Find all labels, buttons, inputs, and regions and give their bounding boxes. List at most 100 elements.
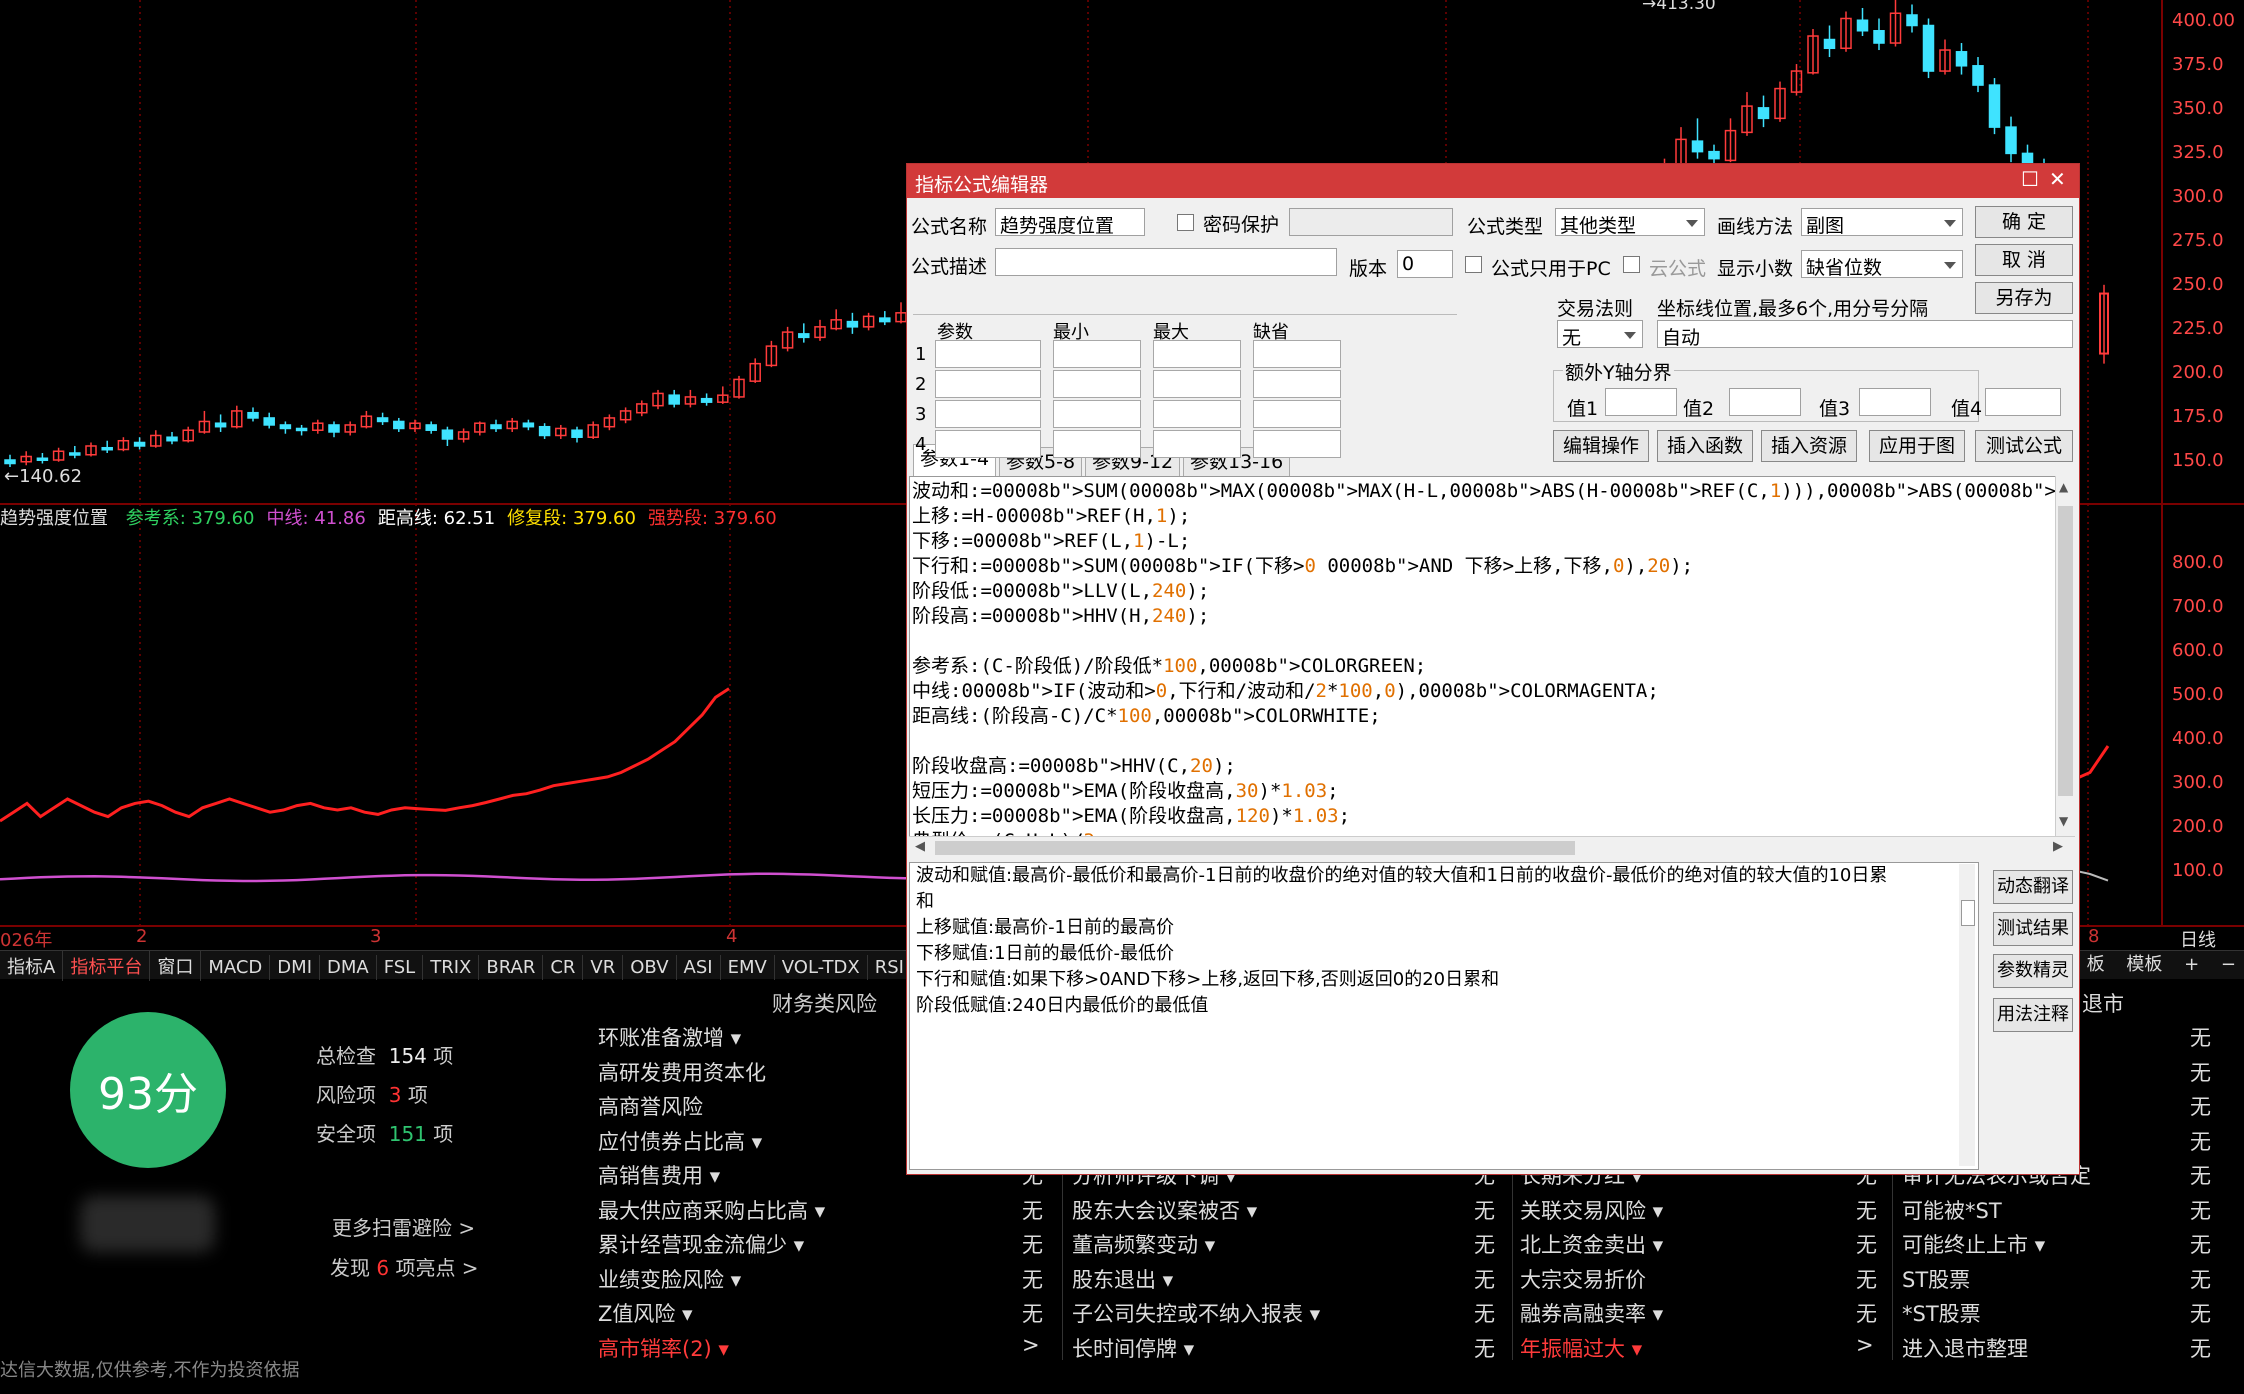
password-field[interactable] <box>1289 208 1453 236</box>
param-wizard-button[interactable]: 参数精灵 <box>1993 954 2073 988</box>
risk-item[interactable]: ST股票 <box>1902 1264 1970 1294</box>
risk-item[interactable]: 关联交易风险 ▾ <box>1520 1195 1663 1225</box>
param-cell[interactable] <box>1053 370 1141 398</box>
param-cell[interactable] <box>935 430 1041 458</box>
formula-desc-field[interactable] <box>995 248 1337 276</box>
maximize-icon[interactable]: ☐ <box>2021 167 2039 191</box>
param-cell[interactable] <box>1253 400 1341 428</box>
tab-template[interactable]: 模板 <box>2118 952 2170 977</box>
indicator-tab[interactable]: VOL-TDX <box>775 955 868 980</box>
apply-button[interactable]: 应用于图 <box>1869 430 1965 462</box>
ok-button[interactable]: 确 定 <box>1975 206 2073 238</box>
v1-field[interactable] <box>1605 388 1677 416</box>
risk-item[interactable]: 进入退市整理 <box>1902 1333 2028 1363</box>
dialog-titlebar[interactable]: 指标公式编辑器 ☐ ✕ <box>907 164 2079 198</box>
risk-item[interactable]: 高研发费用资本化 <box>598 1057 766 1087</box>
risk-item[interactable]: 最大供应商采购占比高 ▾ <box>598 1195 825 1225</box>
risk-item[interactable]: 股东大会议案被否 ▾ <box>1072 1195 1257 1225</box>
formula-code-editor[interactable]: 波动和:=00008b">SUM(00008b">MAX(00008b">MAX… <box>909 476 2059 838</box>
risk-item[interactable]: 融券高融卖率 ▾ <box>1520 1298 1663 1328</box>
cancel-button[interactable]: 取 消 <box>1975 244 2073 276</box>
param-cell[interactable] <box>1153 370 1241 398</box>
usage-notes-button[interactable]: 用法注释 <box>1993 998 2073 1032</box>
dynamic-translate-button[interactable]: 动态翻译 <box>1993 870 2073 904</box>
param-cell[interactable] <box>1253 340 1341 368</box>
param-cell[interactable] <box>1153 400 1241 428</box>
cloud-checkbox[interactable] <box>1623 256 1640 273</box>
remove-button[interactable]: − <box>2213 952 2244 977</box>
indicator-tab[interactable]: CR <box>543 955 584 980</box>
indicator-tab[interactable]: 指标平台 <box>63 951 151 981</box>
param-cell[interactable] <box>1053 400 1141 428</box>
save-as-button[interactable]: 另存为 <box>1975 282 2073 314</box>
param-cell[interactable] <box>1153 340 1241 368</box>
risk-item[interactable]: 长时间停牌 ▾ <box>1072 1333 1194 1363</box>
axis-pos-field[interactable]: 自动 <box>1657 320 2073 348</box>
indicator-tab[interactable]: OBV <box>623 955 677 980</box>
param-cell[interactable] <box>935 400 1041 428</box>
indicator-tab[interactable]: DMI <box>270 955 320 980</box>
risk-item[interactable]: 应付债券占比高 ▾ <box>598 1126 762 1156</box>
v4-field[interactable] <box>1985 388 2061 416</box>
param-cell[interactable] <box>1053 430 1141 458</box>
risk-item[interactable]: 年振幅过大 ▾ <box>1520 1333 1642 1363</box>
indicator-tab[interactable]: 窗口 <box>150 951 202 981</box>
v2-field[interactable] <box>1729 388 1801 416</box>
risk-item[interactable]: 业绩变脸风险 ▾ <box>598 1264 741 1294</box>
risk-item[interactable]: 高市销率(2) ▾ <box>598 1333 729 1363</box>
desc-scrollbar[interactable] <box>1959 864 1975 1166</box>
code-horizontal-scrollbar[interactable]: ◀ ▶ <box>909 836 2075 859</box>
candle <box>425 424 437 431</box>
edit-op-button[interactable]: 编辑操作 <box>1553 430 1649 462</box>
trade-rule-select[interactable]: 无 <box>1557 320 1643 348</box>
risk-item[interactable]: 累计经营现金流偏少 ▾ <box>598 1229 804 1259</box>
indicator-tab[interactable]: FSL <box>377 955 424 980</box>
param-cell[interactable] <box>1253 370 1341 398</box>
risk-item[interactable]: 可能终止上市 ▾ <box>1902 1229 2045 1259</box>
param-cell[interactable] <box>1053 340 1141 368</box>
indicator-tab[interactable]: ASI <box>677 955 721 980</box>
formula-type-select[interactable]: 其他类型 <box>1555 208 1705 236</box>
param-cell[interactable] <box>1253 430 1341 458</box>
draw-method-select[interactable]: 副图 <box>1801 208 1963 236</box>
v3-field[interactable] <box>1859 388 1931 416</box>
test-result-button[interactable]: 测试结果 <box>1993 912 2073 946</box>
code-vertical-scrollbar[interactable]: ▲ ▼ <box>2055 476 2076 836</box>
insert-func-button[interactable]: 插入函数 <box>1657 430 1753 462</box>
indicator-tab[interactable]: 指标A <box>0 951 64 981</box>
more-scan-link[interactable]: 更多扫雷避险 > <box>332 1212 475 1241</box>
tab-board[interactable]: 板 <box>2079 952 2113 977</box>
indicator-tab[interactable]: EMV <box>721 955 775 980</box>
pc-only-checkbox[interactable] <box>1465 256 1482 273</box>
risk-item[interactable]: 环账准备激增 ▾ <box>598 1022 741 1052</box>
risk-item[interactable]: 高销售费用 ▾ <box>598 1160 720 1190</box>
param-cell[interactable] <box>935 370 1041 398</box>
indicator-tab[interactable]: VR <box>583 955 624 980</box>
insert-res-button[interactable]: 插入资源 <box>1761 430 1857 462</box>
section-title: 财务类风险 <box>772 992 877 1016</box>
param-row-label: 3 <box>915 404 927 425</box>
test-formula-button[interactable]: 测试公式 <box>1975 430 2073 462</box>
risk-item[interactable]: *ST股票 <box>1902 1298 1981 1328</box>
risk-item[interactable]: 高商誉风险 <box>598 1091 703 1121</box>
risk-item[interactable]: 子公司失控或不纳入报表 ▾ <box>1072 1298 1320 1328</box>
risk-item[interactable]: 董高频繁变动 ▾ <box>1072 1229 1215 1259</box>
param-cell[interactable] <box>1153 430 1241 458</box>
version-field[interactable]: 0 <box>1397 250 1453 278</box>
indicator-tab[interactable]: DMA <box>320 955 377 980</box>
decimal-select[interactable]: 缺省位数 <box>1801 250 1963 278</box>
param-cell[interactable] <box>935 340 1041 368</box>
indicator-tab[interactable]: MACD <box>201 955 271 980</box>
risk-item[interactable]: 大宗交易折价 <box>1520 1264 1646 1294</box>
add-button[interactable]: + <box>2176 952 2207 977</box>
risk-item[interactable]: 北上资金卖出 ▾ <box>1520 1229 1663 1259</box>
password-checkbox[interactable] <box>1177 214 1194 231</box>
risk-item[interactable]: 股东退出 ▾ <box>1072 1264 1173 1294</box>
close-icon[interactable]: ✕ <box>2049 167 2066 191</box>
risk-item[interactable]: 可能被*ST <box>1902 1195 2002 1225</box>
indicator-tab[interactable]: BRAR <box>479 955 544 980</box>
risk-item[interactable]: Z值风险 ▾ <box>598 1298 693 1328</box>
indicator-tab[interactable]: TRIX <box>423 955 480 980</box>
formula-name-field[interactable]: 趋势强度位置 <box>995 208 1145 236</box>
found-highlights-link[interactable]: 发现 6 项亮点 > <box>330 1252 479 1281</box>
